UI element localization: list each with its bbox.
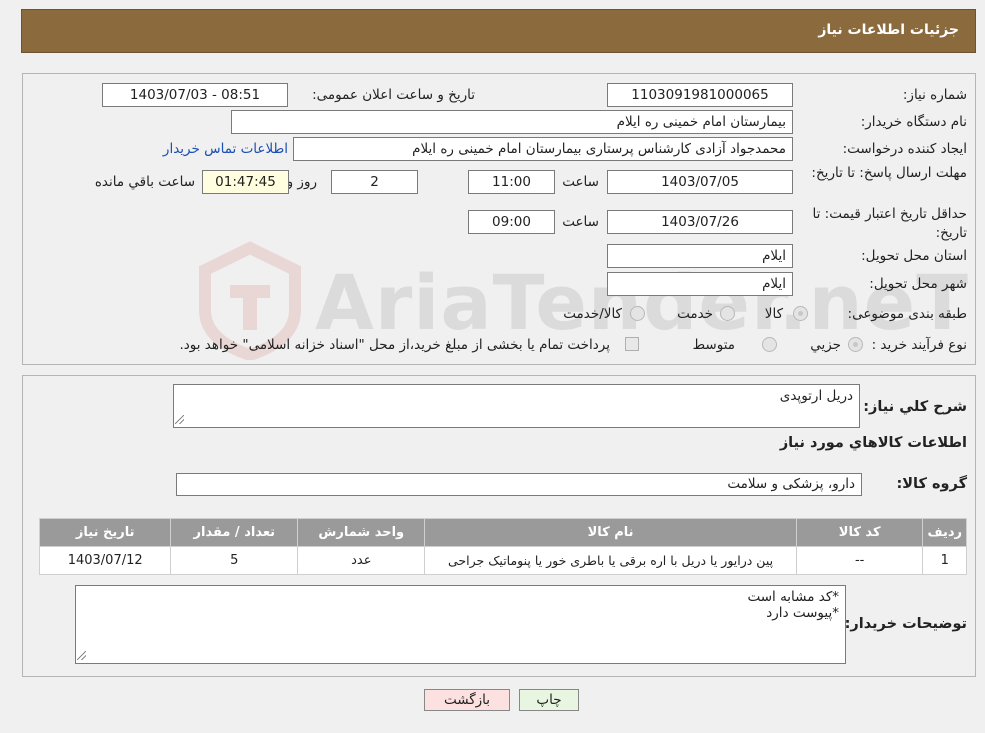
category-radio-service[interactable] [720, 306, 735, 321]
col-need-date: تاريخ نياز [38, 518, 172, 547]
buyer-notes-textarea[interactable]: *کد مشابه است *پیوست دارد [75, 585, 846, 664]
print-button[interactable]: چاپ [519, 689, 579, 711]
summary-resize-icon[interactable] [175, 415, 184, 424]
buyer-contact-link[interactable]: اطلاعات تماس خریدار [163, 141, 288, 157]
cell-row-number: 1 [922, 546, 967, 575]
creator-label: ایجاد کننده درخواست: [842, 141, 967, 157]
col-row-number: رديف [922, 518, 967, 547]
cell-goods-name: پین درایور یا دریل با اره برقی یا باطری … [424, 546, 797, 575]
deadline-time-label: ساعت [562, 174, 599, 190]
table-header-row: رديف كد كالا نام كالا واحد شمارش تعداد /… [38, 518, 967, 547]
cell-quantity: 5 [170, 546, 299, 575]
table-row: 1 -- پین درایور یا دریل با اره برقی یا ب… [38, 546, 967, 575]
notes-resize-icon[interactable] [77, 651, 86, 660]
purchase-radio-medium[interactable] [762, 337, 777, 352]
purchase-option-medium: متوسط [692, 337, 735, 353]
category-option-goods-service: کالا/خدمت [563, 306, 622, 322]
deadline-time-field: 11:00 [468, 170, 555, 194]
goods-table: رديف كد كالا نام كالا واحد شمارش تعداد /… [38, 518, 967, 575]
col-goods-name: نام كالا [424, 518, 797, 547]
buyer-label: نام دستگاه خریدار: [860, 114, 967, 130]
summary-textarea[interactable]: دریل ارتوپدی [173, 384, 860, 428]
category-option-service: خدمت [677, 306, 713, 322]
category-radio-goods[interactable] [793, 306, 808, 321]
days-field: 2 [331, 170, 418, 194]
announce-field: 1403/07/03 - 08:51 [102, 83, 288, 107]
goods-group-label: گروه کالا: [896, 476, 967, 492]
payment-note: پرداخت تمام یا بخشی از مبلغ خرید،از محل … [179, 337, 610, 353]
col-quantity: تعداد / مقدار [170, 518, 299, 547]
treasury-checkbox[interactable] [625, 337, 639, 351]
category-option-goods: کالا [764, 306, 783, 322]
validity-date-field: 1403/07/26 [607, 210, 793, 234]
deadline-date-field: 1403/07/05 [607, 170, 793, 194]
buyer-field: بیمارستان امام خمینی ره ایلام [231, 110, 793, 134]
announce-label: تاریخ و ساعت اعلان عمومی: [312, 87, 475, 103]
remaining-time-field: 01:47:45 [202, 170, 289, 194]
goods-info-title: اطلاعات كالاهاي مورد نياز [779, 435, 967, 451]
remaining-label: ساعت باقي مانده [94, 174, 195, 190]
back-button[interactable]: بازگشت [424, 689, 510, 711]
category-radio-goods-service[interactable] [630, 306, 645, 321]
page-header: جزئیات اطلاعات نیاز [21, 9, 976, 53]
col-unit: واحد شمارش [297, 518, 426, 547]
need-number-label: شماره نیاز: [902, 87, 967, 103]
category-label: طبقه بندی موضوعی: [847, 306, 967, 322]
purchase-type-label: نوع فرآیند خرید : [871, 337, 967, 353]
col-goods-code: كد كالا [795, 518, 924, 547]
goods-table-wrapper: رديف كد كالا نام كالا واحد شمارش تعداد /… [38, 518, 967, 575]
deadline-label: مهلت ارسال پاسخ: تا تاریخ: [811, 165, 967, 181]
province-field: ایلام [607, 244, 793, 268]
cell-unit: عدد [297, 546, 426, 575]
province-label: استان محل تحویل: [861, 248, 967, 264]
cell-goods-code: -- [795, 546, 924, 575]
summary-label: شرح کلي نياز: [863, 399, 967, 415]
validity-time-field: 09:00 [468, 210, 555, 234]
city-field: ایلام [607, 272, 793, 296]
page-title: جزئیات اطلاعات نیاز [818, 22, 959, 38]
validity-label: حداقل تاریخ اعتبار قیمت: تا تاریخ: [812, 206, 967, 241]
cell-need-date: 1403/07/12 [38, 546, 172, 575]
city-label: شهر محل تحویل: [869, 276, 967, 292]
days-label: روز و [286, 174, 317, 190]
need-number-field: 1103091981000065 [607, 83, 793, 107]
creator-field: محمدجواد آزادی کارشناس پرستاری بیمارستان… [293, 137, 793, 161]
goods-group-field: دارو، پزشکی و سلامت [176, 473, 862, 496]
purchase-radio-minor[interactable] [848, 337, 863, 352]
purchase-option-minor: جزيي [810, 337, 841, 353]
validity-time-label: ساعت [562, 214, 599, 230]
buyer-notes-label: توضیحات خریدار: [844, 616, 967, 632]
